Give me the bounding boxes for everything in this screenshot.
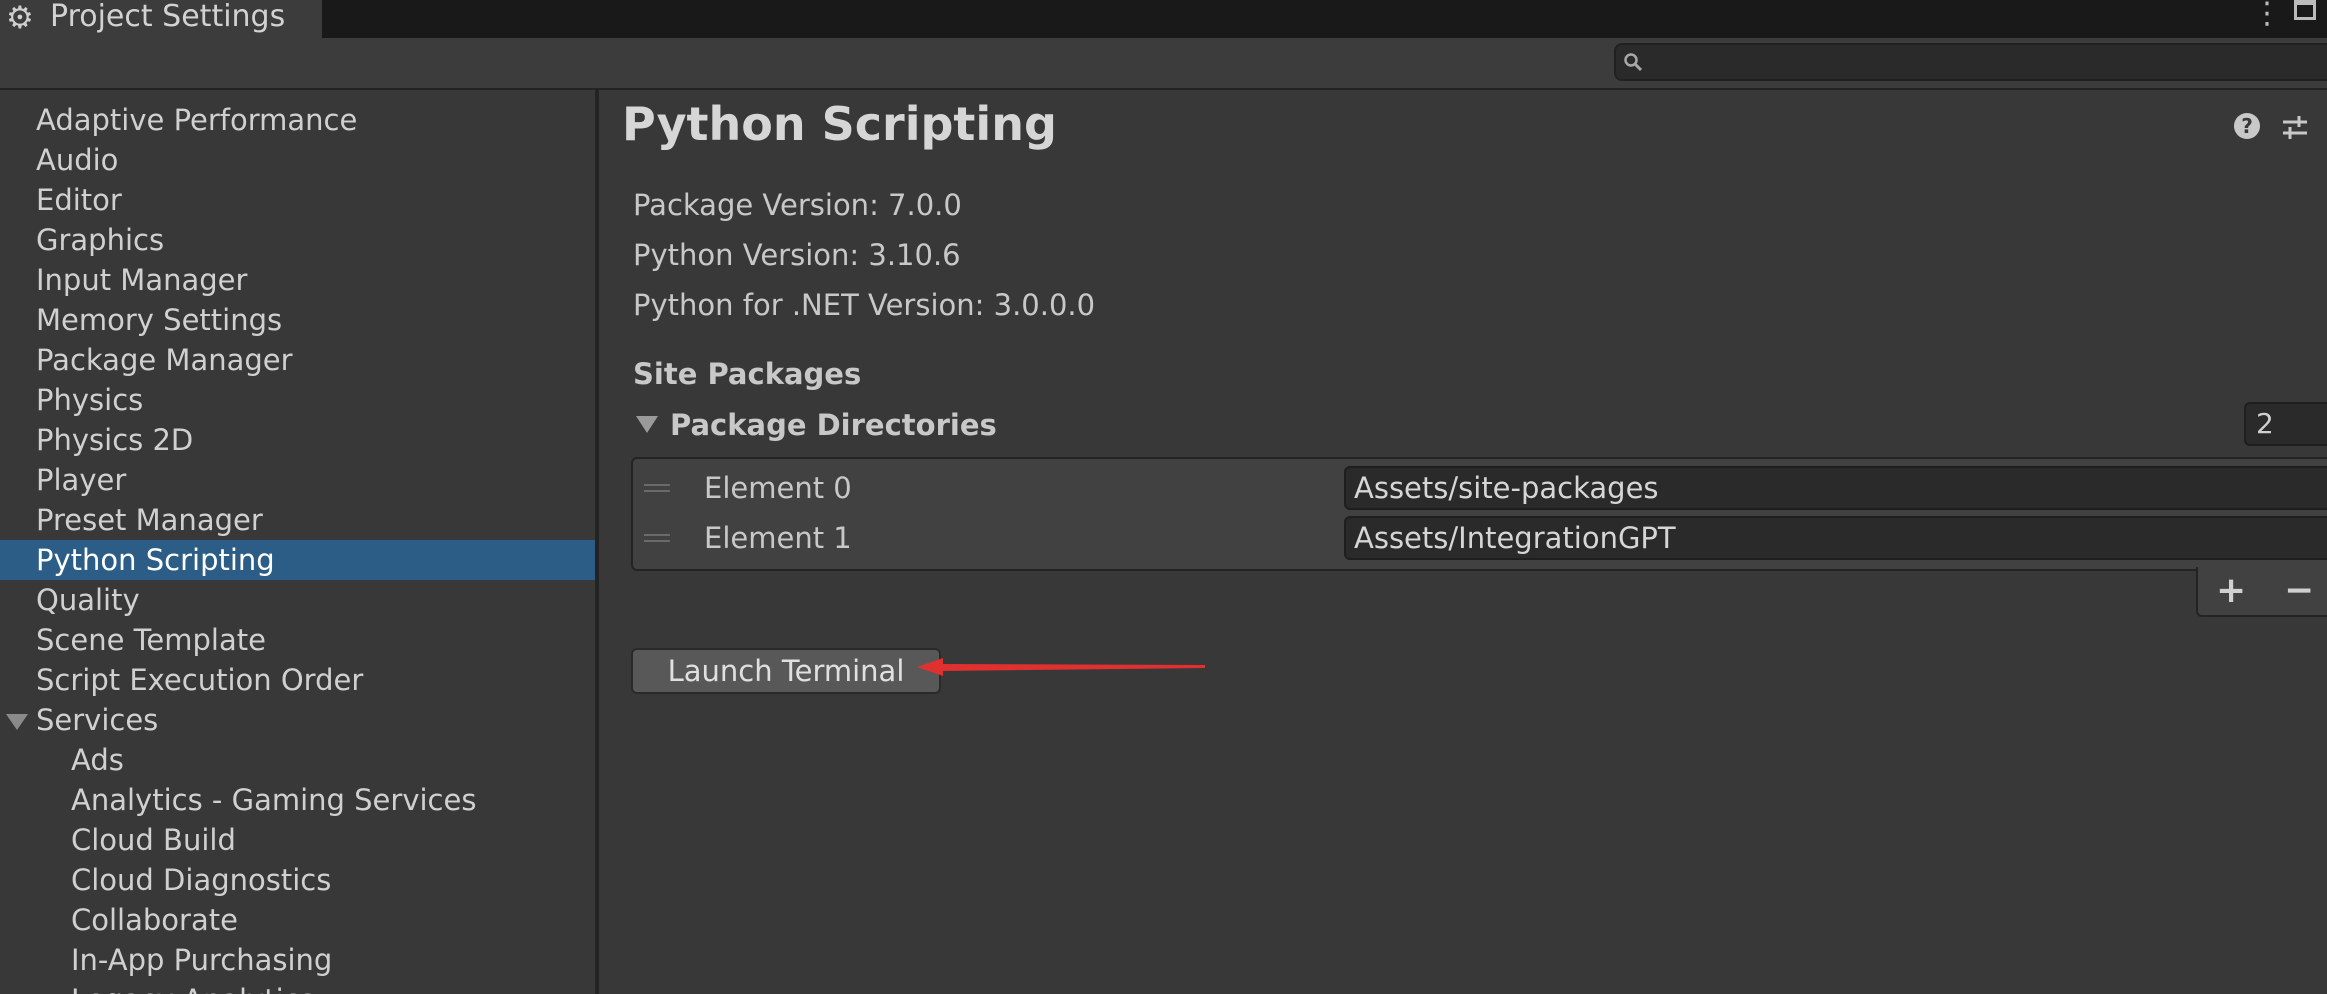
page-title: Python Scripting [622,97,1057,151]
sidebar-item-label: Physics 2D [36,423,194,457]
foldout-triangle-icon[interactable] [636,416,658,433]
sidebar-divider[interactable] [595,90,599,994]
sidebar-item-scene-template[interactable]: Scene Template [0,620,595,660]
sidebar-item-analytics-gaming-services[interactable]: Analytics - Gaming Services [0,780,595,820]
sidebar-item-services[interactable]: Services [0,700,595,740]
sidebar-item-label: Python Scripting [36,543,275,577]
sidebar-item-label: Editor [36,183,122,217]
sidebar-item-legacy-analytics[interactable]: Legacy Analytics [0,980,595,994]
sidebar-item-quality[interactable]: Quality [0,580,595,620]
site-packages-header: Site Packages [633,357,862,391]
sidebar-item-label: Memory Settings [36,303,283,337]
sidebar-item-label: Player [36,463,127,497]
sidebar-item-label: Quality [36,583,140,617]
tab-title: Project Settings [50,0,286,34]
sidebar-item-label: Cloud Build [71,823,236,857]
sidebar-item-label: In-App Purchasing [71,943,333,977]
element-1-field[interactable]: Assets/IntegrationGPT [1344,516,2327,560]
sidebar-item-graphics[interactable]: Graphics [0,220,595,260]
sidebar-item-input-manager[interactable]: Input Manager [0,260,595,300]
sidebar-item-physics[interactable]: Physics [0,380,595,420]
dotnet-version-text: Python for .NET Version: 3.0.0.0 [633,288,1096,322]
sidebar-item-label: Ads [71,743,124,777]
sidebar-item-label: Preset Manager [36,503,263,537]
element-1-label: Element 1 [704,521,852,555]
expand-triangle-icon[interactable] [6,714,28,730]
sidebar-item-script-execution-order[interactable]: Script Execution Order [0,660,595,700]
sidebar-item-ads[interactable]: Ads [0,740,595,780]
element-0-field[interactable]: Assets/site-packages [1344,466,2327,510]
search-input[interactable] [1614,43,2327,81]
project-settings-tab[interactable]: ⚙ Project Settings [0,0,322,38]
sidebar-item-audio[interactable]: Audio [0,140,595,180]
package-directories-foldout[interactable]: Package Directories [670,407,997,443]
launch-terminal-button[interactable]: Launch Terminal [631,648,941,694]
preset-settings-icon[interactable] [2280,112,2310,142]
drag-handle-icon[interactable] [644,534,670,542]
sidebar-item-physics-2d[interactable]: Physics 2D [0,420,595,460]
sidebar-item-cloud-diagnostics[interactable]: Cloud Diagnostics [0,860,595,900]
element-0-label: Element 0 [704,471,852,505]
sidebar-item-preset-manager[interactable]: Preset Manager [0,500,595,540]
sidebar-item-label: Physics [36,383,144,417]
sidebar-item-label: Cloud Diagnostics [71,863,332,897]
gear-icon: ⚙ [6,0,34,36]
sidebar-item-label: Collaborate [71,903,238,937]
sidebar-item-editor[interactable]: Editor [0,180,595,220]
sidebar-item-label: Script Execution Order [36,663,364,697]
remove-element-button[interactable]: − [2284,570,2314,612]
sidebar-item-label: Adaptive Performance [36,103,358,137]
sidebar-item-label: Services [36,703,159,737]
python-version-text: Python Version: 3.10.6 [633,238,961,272]
annotation-arrow [917,658,1205,676]
sidebar-item-player[interactable]: Player [0,460,595,500]
sidebar-item-package-manager[interactable]: Package Manager [0,340,595,380]
sidebar-item-label: Audio [36,143,119,177]
sidebar-item-cloud-build[interactable]: Cloud Build [0,820,595,860]
sidebar-item-python-scripting[interactable]: Python Scripting [0,540,595,580]
add-element-button[interactable]: + [2216,570,2246,612]
sidebar-item-label: Analytics - Gaming Services [71,783,477,817]
search-icon [1624,53,1643,72]
sidebar-item-label: Graphics [36,223,165,257]
sidebar-item-memory-settings[interactable]: Memory Settings [0,300,595,340]
drag-handle-icon[interactable] [644,484,670,492]
sidebar-item-label: Scene Template [36,623,266,657]
package-version-text: Package Version: 7.0.0 [633,188,962,222]
sidebar-item-in-app-purchasing[interactable]: In-App Purchasing [0,940,595,980]
window-tab-bar [0,0,2327,38]
sidebar-item-label: Legacy Analytics [71,980,315,994]
sidebar-item-collaborate[interactable]: Collaborate [0,900,595,940]
sidebar-item-label: Package Manager [36,343,293,377]
list-size-field[interactable]: 2 [2244,402,2327,446]
help-icon[interactable]: ? [2234,113,2260,139]
sidebar-item-adaptive-performance[interactable]: Adaptive Performance [0,100,595,140]
sidebar-item-label: Input Manager [36,263,248,297]
maximize-icon[interactable] [2294,0,2316,20]
kebab-menu-icon[interactable]: ⋮ [2252,0,2282,29]
